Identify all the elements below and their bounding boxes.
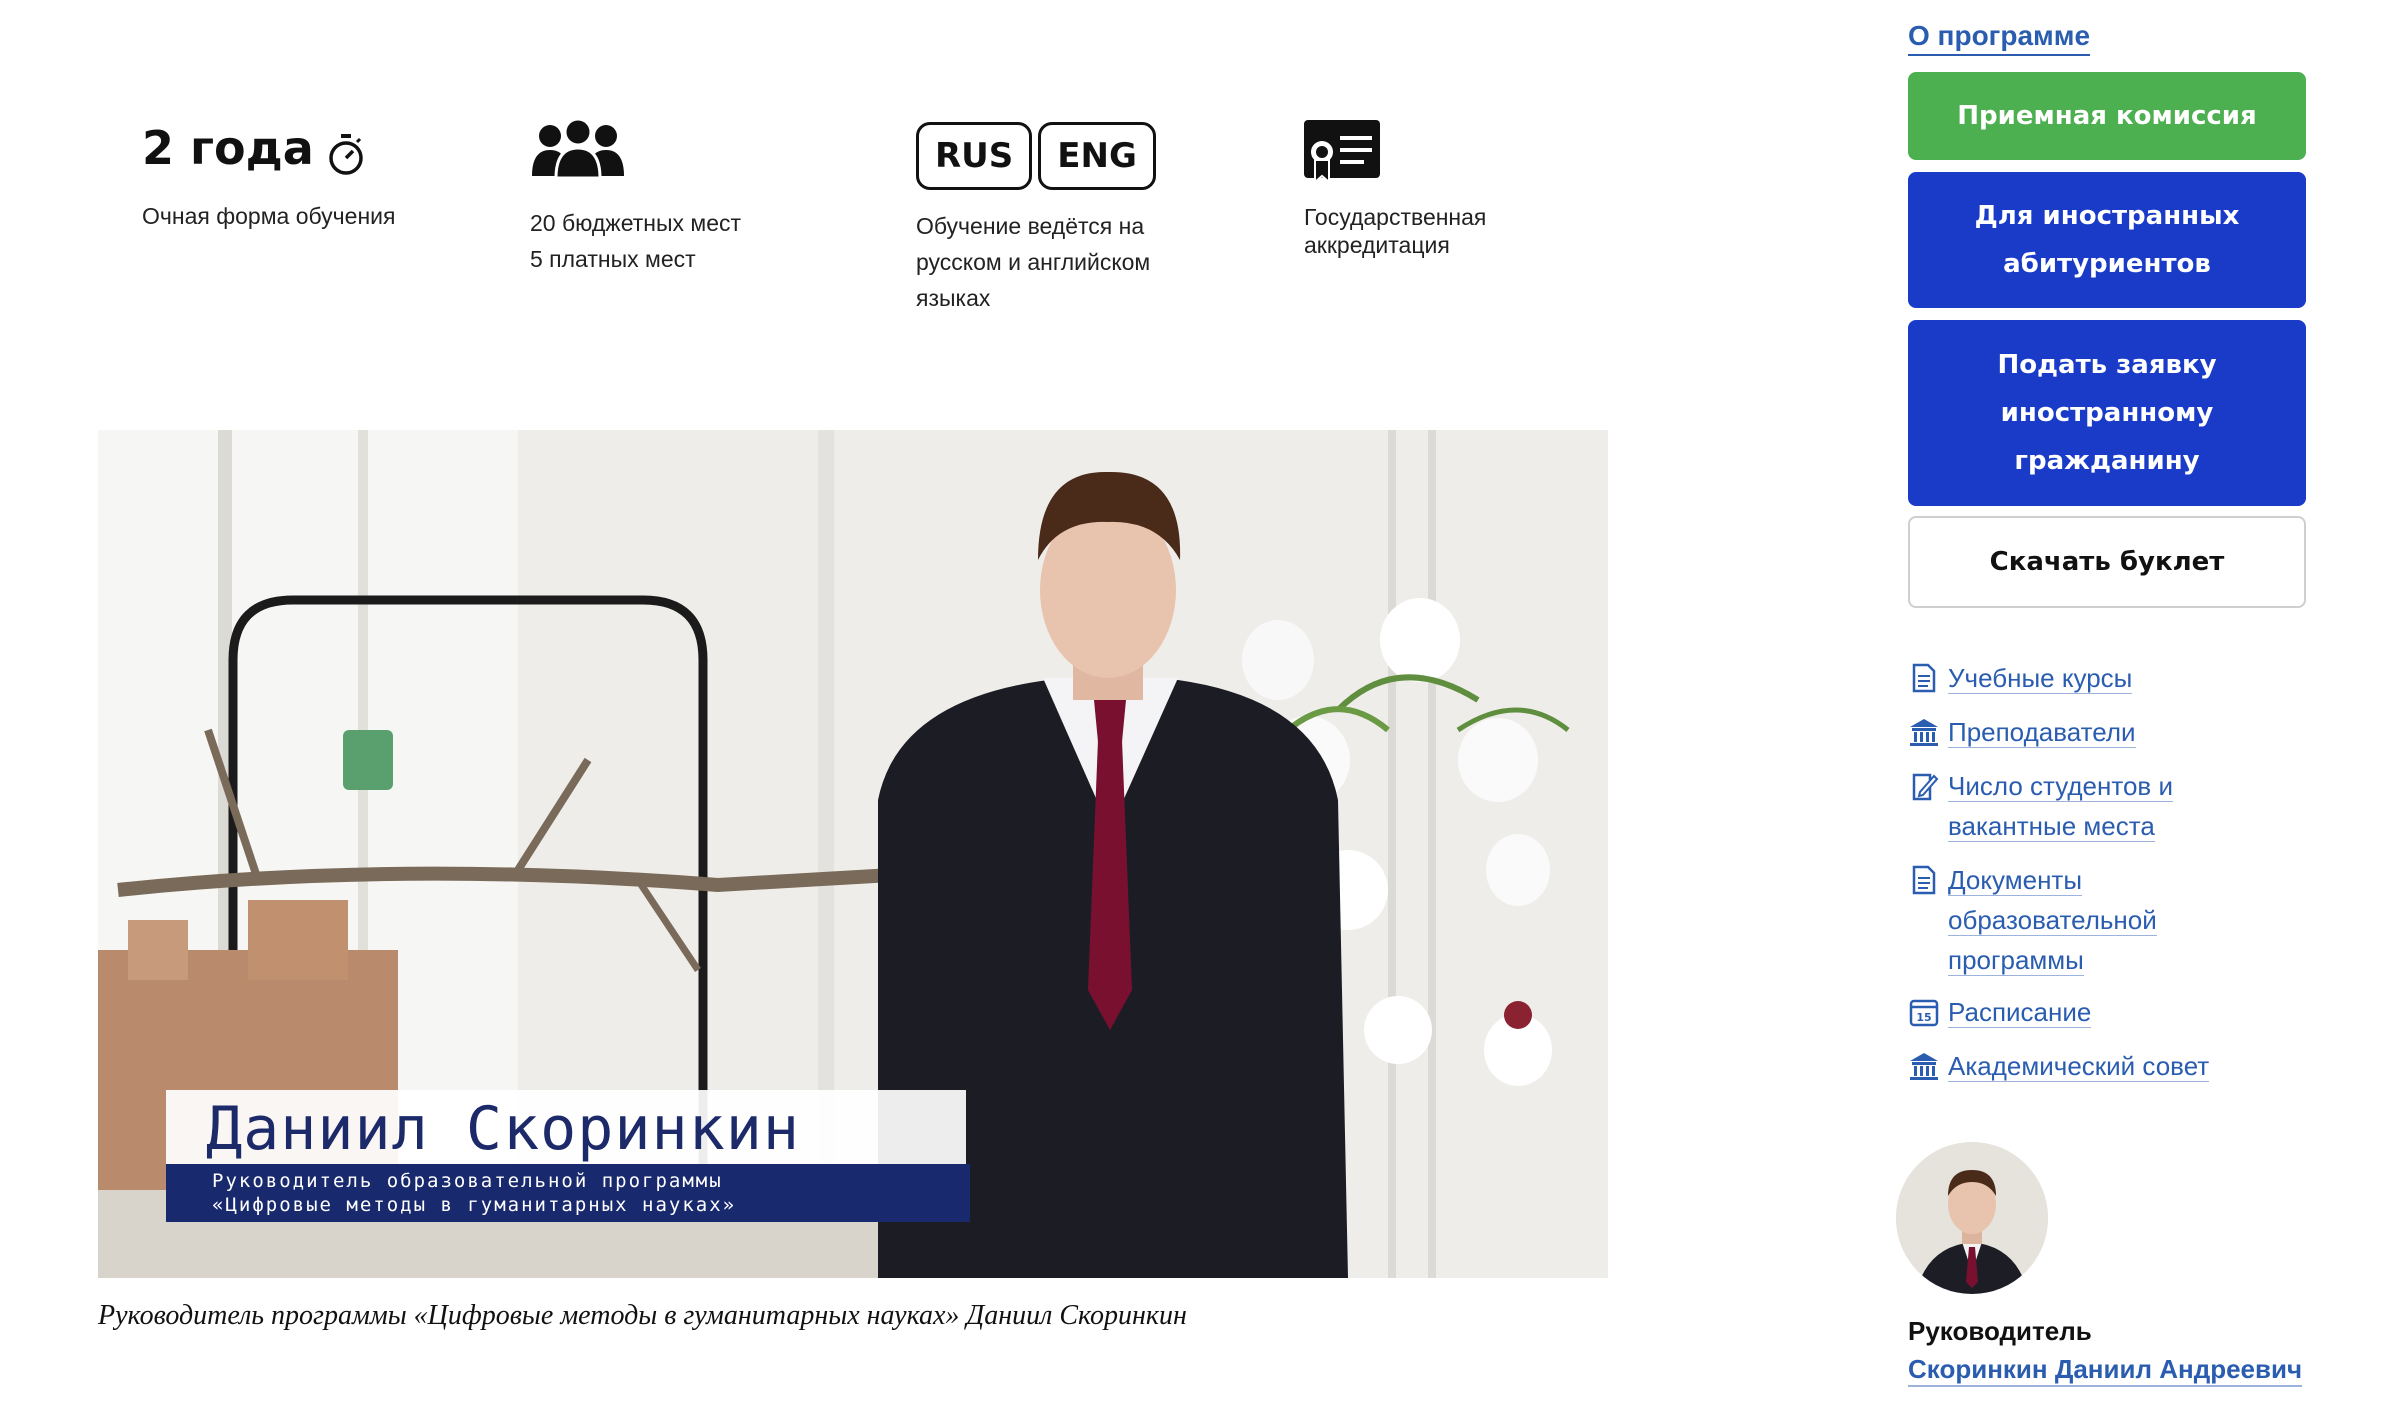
- certificate-icon: [1304, 120, 1380, 185]
- foreign-applicants-label-2: абитуриентов: [2003, 249, 2211, 279]
- language-line-1: Обучение ведётся на: [916, 213, 1145, 239]
- download-booklet-label: Скачать буклет: [1989, 547, 2225, 577]
- language-text: Обучение ведётся на русском и английском…: [916, 208, 1162, 316]
- link-documents-label-1: Документы: [1948, 865, 2083, 896]
- building-icon: [1910, 719, 1938, 746]
- link-courses-label: Учебные курсы: [1948, 663, 2133, 694]
- fact-places: 20 бюджетных мест 5 платных мест: [530, 117, 741, 277]
- apply-foreign-button[interactable]: Подать заявку иностранному гражданину: [1908, 320, 2306, 506]
- link-schedule-label: Расписание: [1948, 997, 2092, 1028]
- apply-foreign-label-3: гражданину: [2014, 446, 2200, 476]
- link-students[interactable]: Число студентов и вакантные места: [1908, 766, 2248, 846]
- building-icon: [1910, 1053, 1938, 1080]
- about-program-link[interactable]: О программе: [1908, 20, 2091, 56]
- language-line-3: языках: [916, 285, 991, 311]
- document-icon: [1912, 865, 1936, 895]
- foreign-applicants-label-1: Для иностранных: [1974, 201, 2240, 231]
- stopwatch-icon: [329, 134, 363, 175]
- link-students-label-1: Число студентов и: [1948, 771, 2173, 802]
- link-teachers-label: Преподаватели: [1948, 717, 2136, 748]
- video-role-line-1: Руководитель образовательной программы: [212, 1170, 723, 1192]
- download-booklet-button[interactable]: Скачать буклет: [1908, 516, 2306, 608]
- places-paid: 5 платных мест: [530, 246, 696, 272]
- link-documents-label-3: программы: [1948, 945, 2084, 976]
- accreditation-line-2: аккредитация: [1304, 232, 1450, 258]
- link-academic-council-label: Академический совет: [1948, 1051, 2210, 1082]
- admission-button-label: Приемная комиссия: [1957, 101, 2257, 131]
- places-budget: 20 бюджетных мест: [530, 210, 742, 236]
- places-text: 20 бюджетных мест 5 платных мест: [530, 205, 741, 277]
- document-icon: [1912, 663, 1936, 693]
- link-schedule[interactable]: 15 Расписание: [1908, 992, 2248, 1032]
- avatar[interactable]: [1896, 1142, 2048, 1294]
- badge-rus: RUS: [916, 122, 1033, 190]
- badge-eng: ENG: [1038, 122, 1156, 190]
- apply-foreign-label-2: иностранному: [2000, 398, 2214, 428]
- link-students-label-2: вакантные места: [1948, 811, 2155, 842]
- video-caption: Руководитель программы «Цифровые методы …: [98, 1300, 1187, 1331]
- avatar-photo: [1896, 1142, 2048, 1294]
- fact-accreditation: Государственная аккредитация: [1304, 120, 1486, 259]
- duration-value: 2 года: [142, 121, 314, 175]
- head-title: Руководитель: [1908, 1316, 2092, 1346]
- link-documents-label-2: образовательной: [1948, 905, 2157, 936]
- video-player[interactable]: Даниил Скоринкин Руководитель образовате…: [98, 430, 1608, 1278]
- calendar-icon: 15: [1909, 999, 1939, 1027]
- accreditation-text: Государственная аккредитация: [1304, 203, 1486, 259]
- fact-duration: 2 года Очная форма обучения: [142, 120, 395, 234]
- link-teachers[interactable]: Преподаватели: [1908, 712, 2248, 752]
- admission-button[interactable]: Приемная комиссия: [1908, 72, 2306, 160]
- people-icon: [532, 117, 624, 180]
- head-name-link[interactable]: Скоринкин Даниил Андреевич: [1908, 1354, 2303, 1387]
- foreign-applicants-button[interactable]: Для иностранных абитуриентов: [1908, 172, 2306, 308]
- edit-document-icon: [1912, 773, 1939, 801]
- link-courses[interactable]: Учебные курсы: [1908, 658, 2248, 698]
- svg-text:15: 15: [1916, 1011, 1931, 1024]
- accreditation-line-1: Государственная: [1304, 204, 1487, 230]
- video-role-line-2: «Цифровые методы в гуманитарных науках»: [212, 1194, 737, 1216]
- fact-language: RUS ENG Обучение ведётся на русском и ан…: [916, 122, 1162, 316]
- video-role-overlay: Руководитель образовательной программы «…: [166, 1164, 970, 1222]
- apply-foreign-label-1: Подать заявку: [1997, 350, 2217, 380]
- video-name-overlay: Даниил Скоринкин: [166, 1090, 966, 1164]
- language-line-2: русском и английском: [916, 249, 1151, 275]
- duration-text: Очная форма обучения: [142, 203, 396, 229]
- link-documents[interactable]: Документы образовательной программы: [1908, 860, 2248, 980]
- video-name-text: Даниил Скоринкин: [206, 1094, 800, 1164]
- link-academic-council[interactable]: Академический совет: [1908, 1046, 2248, 1086]
